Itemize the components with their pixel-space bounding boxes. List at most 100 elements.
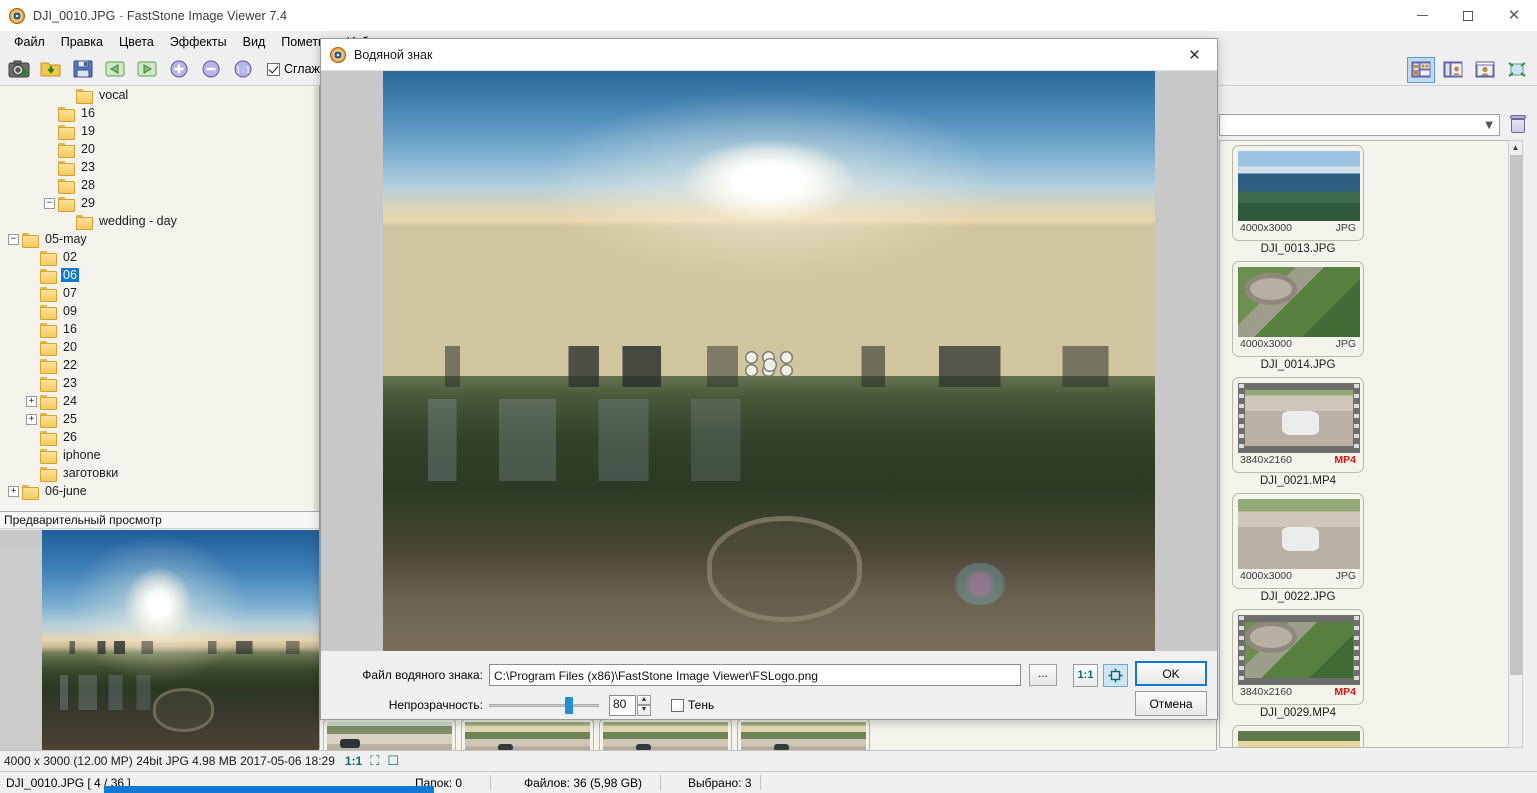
folder-icon	[40, 322, 57, 338]
tree-item-22[interactable]: 22	[0, 356, 319, 374]
capture-icon[interactable]	[4, 56, 33, 83]
maximize-button[interactable]	[1445, 0, 1491, 31]
zoom-in-icon[interactable]	[164, 56, 193, 83]
next-icon[interactable]	[132, 56, 161, 83]
video-thumbnail-image	[1238, 383, 1360, 453]
view-mode-fullscreen[interactable]	[1503, 57, 1531, 83]
preview-stadium	[152, 688, 214, 733]
fit-window-icon[interactable]: ⛶	[370, 753, 379, 769]
close-button[interactable]: ✕	[1491, 0, 1537, 31]
thumbnail-cell[interactable]: 4000x3000 JPG DJI_0013.JPG	[1226, 145, 1370, 255]
thumbnail-box[interactable]: 4000x3000JPG	[1232, 493, 1364, 589]
thumbnail-box[interactable]: 4000x3000JPG	[1232, 145, 1364, 241]
thumbnail-scrollbar[interactable]: ▲	[1508, 140, 1523, 748]
tree-item-20[interactable]: 20	[0, 338, 319, 356]
view-mode-browser[interactable]	[1407, 56, 1435, 83]
shadow-checkbox[interactable]: Тень	[671, 698, 714, 712]
browser-panel: ▼ 4000x3000 JPG DJI_0013.JPG 4000x3000 JPG DJ…	[1216, 86, 1537, 750]
thumbnail-box[interactable]: 3840x2160 MP4	[1232, 377, 1364, 473]
menu-view[interactable]: Вид	[235, 32, 274, 52]
ok-button[interactable]: OK	[1135, 661, 1207, 686]
tree-item-06-june[interactable]: +06-june	[0, 482, 319, 500]
tree-item-26[interactable]: 26	[0, 428, 319, 446]
minimize-icon	[1416, 15, 1428, 16]
tree-item-wedding---day[interactable]: wedding - day	[0, 212, 319, 230]
zoom-out-icon[interactable]	[196, 56, 225, 83]
view-mode-preview-only[interactable]	[1471, 57, 1499, 83]
path-combobox[interactable]: ▼	[1219, 114, 1500, 136]
preview-buildings	[53, 675, 170, 711]
tree-item-iphone[interactable]: iphone	[0, 446, 319, 464]
tree-item-16[interactable]: 16	[0, 320, 319, 338]
tree-item-20[interactable]: 20	[0, 140, 319, 158]
expand-icon[interactable]: +	[8, 485, 19, 497]
tree-item-25[interactable]: +25	[0, 410, 319, 428]
menu-effects[interactable]: Эффекты	[162, 32, 235, 52]
trash-icon[interactable]	[1508, 113, 1530, 137]
dialog-close-button[interactable]: ✕	[1172, 39, 1217, 70]
tree-item-09[interactable]: 09	[0, 302, 319, 320]
zoom-1to1-button[interactable]: 1:1	[1073, 663, 1098, 687]
folder-tree[interactable]: vocal 16 19 20 23 28 − 29 wedding - day − 05-may 02…	[0, 86, 320, 511]
tree-item-19[interactable]: 19	[0, 122, 319, 140]
fullscreen-icon[interactable]: ☐	[387, 753, 399, 769]
thumbnail-cell[interactable]: 4000x3000JPGDJI_0030.JPG	[1226, 725, 1370, 747]
thumbnail-box[interactable]: 4000x3000JPG	[1232, 725, 1364, 747]
tree-item-23[interactable]: 23	[0, 374, 319, 392]
menu-file[interactable]: Файл	[6, 32, 53, 52]
thumbnail-image	[1238, 499, 1360, 569]
view-mode-preview-left[interactable]	[1439, 57, 1467, 83]
slider-knob[interactable]	[565, 697, 573, 714]
tree-item-07[interactable]: 07	[0, 284, 319, 302]
collapse-icon[interactable]: −	[44, 197, 55, 209]
stepper-up-icon[interactable]: ▲	[637, 694, 651, 705]
scrollbar-thumb[interactable]	[1510, 155, 1523, 675]
thumbnail-cell[interactable]: 4000x3000 JPG DJI_0014.JPG	[1226, 261, 1370, 371]
opacity-stepper[interactable]: ▲ ▼	[637, 694, 651, 716]
minimize-button[interactable]	[1399, 0, 1445, 31]
expand-icon[interactable]: +	[26, 413, 37, 425]
tree-item-24[interactable]: +24	[0, 392, 319, 410]
status-zoom-label[interactable]: 1:1	[345, 754, 362, 768]
watermark-file-input[interactable]: C:\Program Files (x86)\FastStone Image V…	[489, 664, 1021, 686]
fit-to-window-button[interactable]	[1103, 663, 1128, 687]
actual-size-icon[interactable]: 1:1	[228, 56, 257, 83]
folder-icon	[40, 286, 57, 302]
thumbnail-grid[interactable]: 4000x3000 JPG DJI_0013.JPG 4000x3000 JPG DJI_…	[1219, 140, 1520, 748]
tree-item-28[interactable]: 28	[0, 176, 319, 194]
opacity-value-input[interactable]: 80	[609, 694, 636, 716]
preview-image[interactable]	[0, 530, 319, 750]
opacity-slider[interactable]	[489, 695, 599, 715]
menu-colors[interactable]: Цвета	[111, 32, 162, 52]
stepper-down-icon[interactable]: ▼	[637, 705, 651, 716]
cancel-button[interactable]: Отмена	[1135, 691, 1207, 716]
tree-item-заготовки[interactable]: заготовки	[0, 464, 319, 482]
folder-icon	[58, 160, 75, 176]
thumbnail-cell[interactable]: 3840x2160 MP4 DJI_0021.MP4	[1226, 377, 1370, 487]
tree-item-23[interactable]: 23	[0, 158, 319, 176]
thumbnail-box[interactable]: 3840x2160 MP4	[1232, 609, 1364, 705]
prev-icon[interactable]	[100, 56, 129, 83]
collapse-icon[interactable]: −	[8, 233, 19, 245]
tree-item-02[interactable]: 02	[0, 248, 319, 266]
thumbnail-cell[interactable]: 4000x3000 JPG DJI_0022.JPG	[1226, 493, 1370, 603]
tree-item-05-may[interactable]: − 05-may	[0, 230, 319, 248]
selected-count: Выбрано: 3	[688, 775, 752, 790]
save-icon[interactable]	[68, 56, 97, 83]
tree-item-vocal[interactable]: vocal	[0, 86, 319, 104]
scroll-up-icon[interactable]: ▲	[1509, 141, 1522, 154]
tree-item-16[interactable]: 16	[0, 104, 319, 122]
tree-item-29[interactable]: − 29	[0, 194, 319, 212]
thumbnail-box[interactable]: 4000x3000JPG	[1232, 261, 1364, 357]
menu-edit[interactable]: Правка	[53, 32, 111, 52]
open-folder-icon[interactable]	[36, 56, 65, 83]
smoothing-checkbox[interactable]: Сглаж	[267, 62, 320, 76]
expand-icon[interactable]: +	[26, 395, 37, 407]
dialog-preview-area[interactable]	[321, 71, 1217, 686]
folder-tree-scrollbar[interactable]	[314, 86, 319, 511]
tree-item-label: vocal	[99, 88, 129, 102]
watermark-overlay-icon[interactable]	[745, 351, 793, 377]
thumbnail-cell[interactable]: 3840x2160 MP4 DJI_0029.MP4	[1226, 609, 1370, 719]
tree-item-06[interactable]: 06	[0, 266, 319, 284]
browse-button[interactable]: ...	[1029, 664, 1057, 686]
